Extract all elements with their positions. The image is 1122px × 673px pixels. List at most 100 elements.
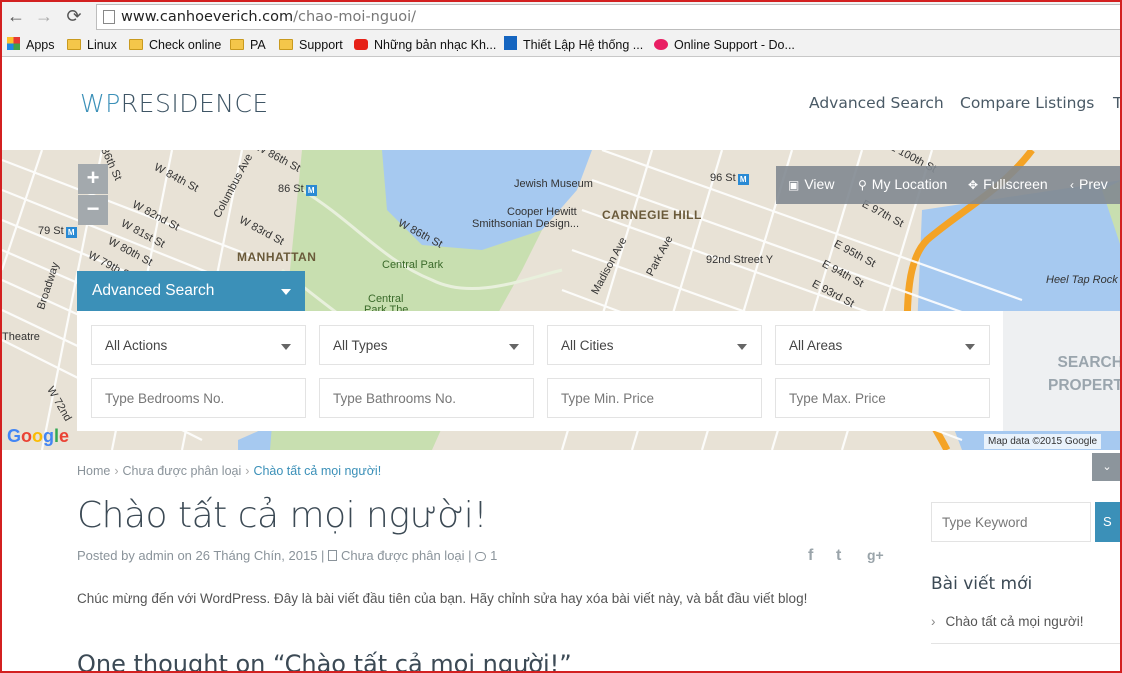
- google-logo: Google: [7, 426, 70, 446]
- caret-down-icon: [737, 344, 747, 350]
- zoom-out-button[interactable]: −: [78, 195, 108, 225]
- map-label-86st: 86 St M: [278, 183, 317, 196]
- folder-icon: [129, 39, 143, 50]
- breadcrumb-home[interactable]: Home: [77, 464, 110, 478]
- metro-icon: M: [305, 185, 317, 196]
- apps-icon: [7, 37, 20, 50]
- recent-post-item[interactable]: › Chào tất cả mọi người!: [931, 614, 1083, 629]
- menu-advanced-search[interactable]: Advanced Search: [809, 94, 944, 112]
- select-actions[interactable]: All Actions: [91, 325, 306, 365]
- map-view-button[interactable]: ▣ View: [788, 176, 834, 192]
- map-label-theatre: Theatre: [2, 331, 40, 343]
- recent-posts-title: Bài viết mới: [931, 574, 1033, 594]
- bookmark-pa[interactable]: PA: [230, 36, 266, 54]
- divider: [931, 643, 1122, 644]
- site-logo[interactable]: WPRESIDENCE: [80, 89, 269, 118]
- breadcrumb: Home › Chưa được phân loại › Chào tất cả mọi…: [77, 464, 382, 478]
- post-meta-author-date: Posted by admin on 26 Tháng Chín, 2015 |: [77, 548, 325, 563]
- metro-icon: M: [65, 227, 77, 238]
- bookmark-support[interactable]: Support: [279, 36, 343, 54]
- search-button-line1: SEARCH: [1057, 354, 1122, 371]
- metro-icon: M: [737, 174, 749, 185]
- map-label-79st: 79 St M: [38, 225, 77, 238]
- post-title: Chào tất cả mọi người!: [77, 495, 488, 536]
- caret-down-icon: [281, 289, 291, 295]
- bedrooms-input[interactable]: Type Bedrooms No.: [91, 378, 306, 418]
- post-meta: Posted by admin on 26 Tháng Chín, 2015 |…: [77, 548, 497, 563]
- breadcrumb-category[interactable]: Chưa được phân loại: [123, 464, 242, 478]
- menu-compare-listings[interactable]: Compare Listings: [960, 94, 1094, 112]
- advanced-search-tab[interactable]: Advanced Search: [77, 271, 305, 311]
- page-icon: [103, 10, 115, 24]
- image-icon: ▣: [788, 178, 800, 192]
- bathrooms-input[interactable]: Type Bathrooms No.: [319, 378, 534, 418]
- comment-icon: [475, 552, 487, 561]
- max-price-input[interactable]: Type Max. Price: [775, 378, 990, 418]
- reload-icon[interactable]: ⟳: [64, 6, 84, 26]
- url-text[interactable]: www.canhoeverich.com/chao-moi-nguoi/: [121, 9, 416, 25]
- zoom-in-button[interactable]: +: [78, 164, 108, 194]
- advanced-search-label: Advanced Search: [92, 282, 215, 299]
- bookmark-linux[interactable]: Linux: [67, 36, 117, 54]
- map-label-cooper: Cooper Hewitt: [507, 206, 577, 218]
- map-fullscreen-button[interactable]: ✥ Fullscreen: [968, 176, 1048, 192]
- map-label-96st: 96 St M: [710, 172, 749, 185]
- min-price-input[interactable]: Type Min. Price: [547, 378, 762, 418]
- caret-down-icon: [965, 344, 975, 350]
- twitter-icon[interactable]: t: [836, 547, 841, 565]
- search-button-line2: PROPERT: [1048, 377, 1122, 394]
- fullscreen-icon: ✥: [968, 178, 979, 192]
- folder-icon: [67, 39, 81, 50]
- select-areas[interactable]: All Areas: [775, 325, 990, 365]
- folder-icon: [230, 39, 244, 50]
- post-meta-category[interactable]: Chưa được phân loại |: [341, 548, 472, 563]
- bookmark-thiet-lap[interactable]: Thiết Lập Hệ thống ...: [504, 36, 643, 54]
- map-my-location-button[interactable]: ⚲ My Location: [858, 176, 947, 192]
- comments-title: One thought on “Chào tất cả mọi người!”: [77, 650, 572, 673]
- forward-icon[interactable]: →: [34, 6, 54, 26]
- facebook-icon[interactable]: f: [808, 547, 813, 565]
- collapse-search-button[interactable]: ⌄: [1092, 453, 1122, 481]
- chevron-down-icon: ⌄: [1102, 461, 1112, 473]
- post-body: Chúc mừng đến với WordPress. Đây là bài …: [77, 591, 808, 606]
- caret-down-icon: [509, 344, 519, 350]
- map-pin-icon: ⚲: [858, 178, 867, 192]
- map-prev-button[interactable]: ‹ Prev: [1070, 176, 1108, 192]
- bookmark-check-online[interactable]: Check online: [129, 36, 221, 54]
- browser-toolbar: ← → ⟳ www.canhoeverich.com/chao-moi-nguo…: [0, 0, 1122, 33]
- map-toolbar: ▣ View ⚲ My Location ✥ Fullscreen ‹ Prev: [776, 166, 1122, 204]
- back-icon[interactable]: ←: [6, 6, 26, 26]
- map-label-smithsonian: Smithsonian Design...: [472, 218, 579, 230]
- google-plus-icon[interactable]: g+: [867, 547, 884, 563]
- keyword-search-button[interactable]: S: [1095, 502, 1122, 542]
- breadcrumb-current: Chào tất cả mọi người!: [253, 464, 382, 478]
- caret-down-icon: [281, 344, 291, 350]
- bookmarks-bar: Apps Linux Check online PA Support Những…: [0, 33, 1122, 57]
- map-label-carnegie: CARNEGIE HILL: [602, 208, 702, 222]
- search-properties-button[interactable]: SEARCH PROPERT: [1003, 311, 1122, 431]
- site-icon: [654, 39, 668, 50]
- bookmark-youtube[interactable]: Những bản nhạc Kh...: [354, 36, 496, 54]
- map-label-92nd: 92nd Street Y: [706, 254, 774, 266]
- select-types[interactable]: All Types: [319, 325, 534, 365]
- folder-icon: [279, 39, 293, 50]
- post-meta-comments[interactable]: 1: [490, 548, 497, 563]
- select-cities[interactable]: All Cities: [547, 325, 762, 365]
- site-icon: [504, 36, 517, 50]
- site-header: WPRESIDENCE Advanced Search Compare List…: [2, 58, 1122, 150]
- search-panel: All Actions All Types All Cities All Are…: [77, 311, 1003, 431]
- map-label-central-park: Central Park: [382, 259, 444, 271]
- map-label-heel-tap: Heel Tap Rock: [1046, 274, 1118, 286]
- map-label-jewish-museum: Jewish Museum: [514, 178, 593, 190]
- bookmark-online-support[interactable]: Online Support - Do...: [654, 36, 795, 54]
- address-bar[interactable]: www.canhoeverich.com/chao-moi-nguoi/: [96, 4, 1122, 30]
- map-attribution[interactable]: Map data ©2015 Google: [984, 434, 1102, 449]
- map-label-manhattan: MANHATTAN: [237, 250, 317, 264]
- file-icon: [328, 550, 338, 561]
- chevron-left-icon: ‹: [1070, 178, 1074, 192]
- youtube-icon: [354, 39, 368, 50]
- bookmark-apps[interactable]: Apps: [7, 36, 55, 54]
- chevron-right-icon: ›: [931, 614, 936, 629]
- keyword-search-input[interactable]: Type Keyword: [931, 502, 1091, 542]
- menu-item-cut[interactable]: T: [1113, 94, 1122, 112]
